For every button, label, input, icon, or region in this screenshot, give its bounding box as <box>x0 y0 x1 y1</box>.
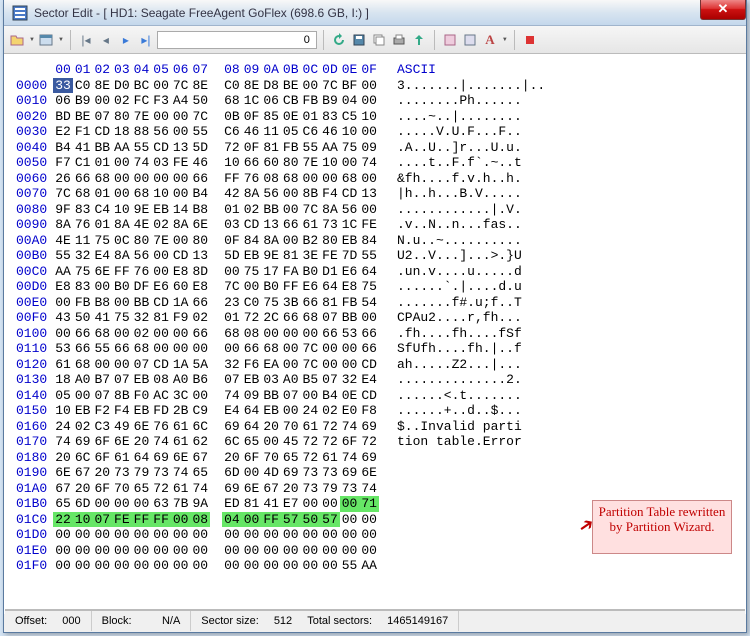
refresh-button[interactable] <box>330 31 348 49</box>
hex-row[interactable]: 01602402C3496E76616C6964207061727469$..I… <box>14 419 547 435</box>
hex-row[interactable]: 017074696F6E207461626C65004572726F72tion… <box>14 434 547 450</box>
hex-row[interactable]: 01B0656D000000637B9AED8141E700000071 <box>14 496 547 512</box>
open-button[interactable] <box>8 31 26 49</box>
hex-row[interactable]: 010000666800020000666808000000665366.fh.… <box>14 326 547 342</box>
hex-row[interactable]: 01C0221007FEFFFF00080400FF5750570000 <box>14 512 547 528</box>
hex-row[interactable]: 01400500078BF0AC3C007409BB0700B40ECD....… <box>14 388 547 404</box>
status-block: Block: N/A <box>92 611 192 631</box>
hex-row[interactable]: 001006B90002FCF3A450681C06CBFBB90400....… <box>14 93 547 109</box>
stop-button[interactable] <box>521 31 539 49</box>
tool2-button[interactable] <box>461 31 479 49</box>
close-button[interactable]: ✕ <box>700 0 746 20</box>
hex-row[interactable]: 0180206C6F6164696E67206F706572617469 <box>14 450 547 466</box>
hex-row[interactable]: 00707C680100681000B4428A56008BF4CD13|h..… <box>14 186 547 202</box>
app-icon <box>12 5 28 21</box>
sector-input[interactable] <box>157 31 317 49</box>
hex-row[interactable]: 01206168000007CD1A5A32F6EA007C0000CDah..… <box>14 357 547 373</box>
statusbar: Offset: 000 Block: N/A Sector size: 512 … <box>5 609 745 631</box>
hex-row[interactable]: 00B05532E48A5600CD135DEB9E813EFE7D55U2..… <box>14 248 547 264</box>
hex-row[interactable]: 000033C08ED0BC007C8EC08ED8BE007CBF003...… <box>14 78 547 94</box>
print-button[interactable] <box>390 31 408 49</box>
font-button[interactable]: A <box>481 31 499 49</box>
hex-row[interactable]: 0030E2F1CD1888560055C6461105C6461000....… <box>14 124 547 140</box>
hex-row[interactable]: 0040B441BBAA55CD135D720F81FB55AA7509.A..… <box>14 140 547 156</box>
titlebar[interactable]: Sector Edit - [ HD1: Seagate FreeAgent G… <box>4 0 746 26</box>
nav-last-button[interactable]: ▸| <box>137 31 155 49</box>
window-title: Sector Edit - [ HD1: Seagate FreeAgent G… <box>34 6 369 20</box>
hex-row[interactable]: 00908A76018A4E028A6E03CD136661731CFE.v..… <box>14 217 547 233</box>
hex-row[interactable]: 00602666680000000066FF76086800006800&fh.… <box>14 171 547 187</box>
hex-row[interactable]: 00C0AA756EFF7600E88D007517FAB0D1E664.un.… <box>14 264 547 280</box>
tool1-button[interactable] <box>441 31 459 49</box>
copy-button[interactable] <box>370 31 388 49</box>
hex-row[interactable]: 0020BDBE07807E00007C0B0F850E0183C510....… <box>14 109 547 125</box>
hex-row[interactable]: 00E000FBB800BBCD1A6623C0753B6681FB54....… <box>14 295 547 311</box>
hex-row[interactable]: 01906E672073797374656D004D697373696E <box>14 465 547 481</box>
nav-next-button[interactable]: ▸ <box>117 31 135 49</box>
annotation-note: Partition Table rewritten by Partition W… <box>592 500 732 554</box>
status-offset: Offset: 000 <box>5 611 92 631</box>
save-button[interactable] <box>350 31 368 49</box>
hex-row[interactable]: 01F0000000000000000000000000000055AA <box>14 558 547 574</box>
status-sector-size: Sector size: 512 Total sectors: 14651491… <box>191 611 459 631</box>
hex-row[interactable]: 0050F7C101007403FE46106660807E100074....… <box>14 155 547 171</box>
dropdown-icon[interactable]: ▼ <box>29 37 35 43</box>
hex-editor-window: Sector Edit - [ HD1: Seagate FreeAgent G… <box>3 0 747 633</box>
hex-row[interactable]: 01A067206F7065726174696E672073797374 <box>14 481 547 497</box>
hex-row[interactable]: 01D000000000000000000000000000000000 <box>14 527 547 543</box>
nav-first-button[interactable]: |◂ <box>77 31 95 49</box>
hex-row[interactable]: 00A04E11750C807E00800F848A00B280EB84N.u.… <box>14 233 547 249</box>
hex-row[interactable]: 01105366556668000000006668007C000066SfUf… <box>14 341 547 357</box>
view-button[interactable] <box>37 31 55 49</box>
dropdown-icon[interactable]: ▼ <box>58 37 64 43</box>
export-button[interactable] <box>410 31 428 49</box>
toolbar: ▼ ▼ |◂ ◂ ▸ ▸| A▼ <box>4 26 746 54</box>
nav-prev-button[interactable]: ◂ <box>97 31 115 49</box>
hex-row[interactable]: 00F0435041753281F90201722C666807BB00CPAu… <box>14 310 547 326</box>
hex-row[interactable]: 00D0E88300B0DFE660E87C00B0FFE664E875....… <box>14 279 547 295</box>
hex-row[interactable]: 013018A0B707EB08A0B607EB03A0B50732E4....… <box>14 372 547 388</box>
dropdown-icon[interactable]: ▼ <box>502 37 508 43</box>
hex-row[interactable]: 00809F83C4109EEB14B80102BB007C8A5600....… <box>14 202 547 218</box>
hex-row[interactable]: 01E000000000000000000000000000000000 <box>14 543 547 559</box>
hex-row[interactable]: 015010EBF2F4EBFD2BC9E464EB002402E0F8....… <box>14 403 547 419</box>
